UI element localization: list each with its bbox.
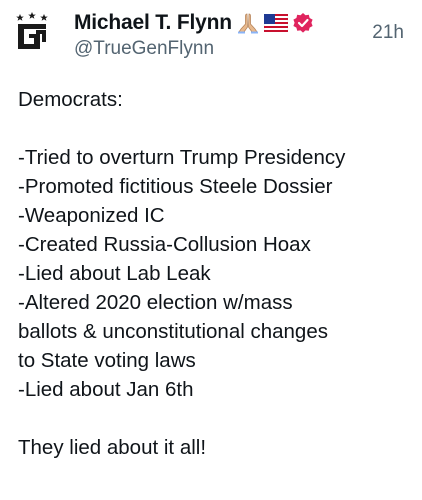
author-handle[interactable]: @TrueGenFlynn xyxy=(74,38,214,60)
post-list-item: -Promoted fictitious Steele Dossier xyxy=(18,175,333,198)
post-list-item: to State voting laws xyxy=(18,349,196,372)
post-header: Michael T. Flynn @TrueGenFlynn 21h xyxy=(0,0,422,70)
post-list-item: -Weaponized IC xyxy=(18,204,165,227)
verified-badge-icon xyxy=(293,13,313,33)
us-flag-icon xyxy=(263,14,288,32)
post-timestamp[interactable]: 21h xyxy=(372,22,404,44)
praying-hands-icon xyxy=(237,13,258,34)
post-intro: Democrats: xyxy=(18,88,123,111)
post-closing: They lied about it all! xyxy=(18,436,207,459)
post-list-item: -Lied about Lab Leak xyxy=(18,262,211,285)
post-spacer xyxy=(18,114,418,143)
post-spacer xyxy=(18,404,418,433)
post-list-item: ballots & unconstitutional changes xyxy=(18,320,328,343)
gf-logo-icon[interactable] xyxy=(14,10,50,50)
post-list-item: -Created Russia-Collusion Hoax xyxy=(18,233,311,256)
post-list-item: -Lied about Jan 6th xyxy=(18,378,194,401)
post-list-item: -Altered 2020 election w/mass xyxy=(18,291,293,314)
author-name-row: Michael T. Flynn xyxy=(74,8,314,38)
post-body: Democrats: -Tried to overturn Trump Pres… xyxy=(18,85,418,462)
author-display-name[interactable]: Michael T. Flynn xyxy=(74,11,232,35)
post-list-item: -Tried to overturn Trump Presidency xyxy=(18,146,346,169)
post[interactable]: Michael T. Flynn @TrueGenFlynn 21h Democ… xyxy=(0,0,422,500)
